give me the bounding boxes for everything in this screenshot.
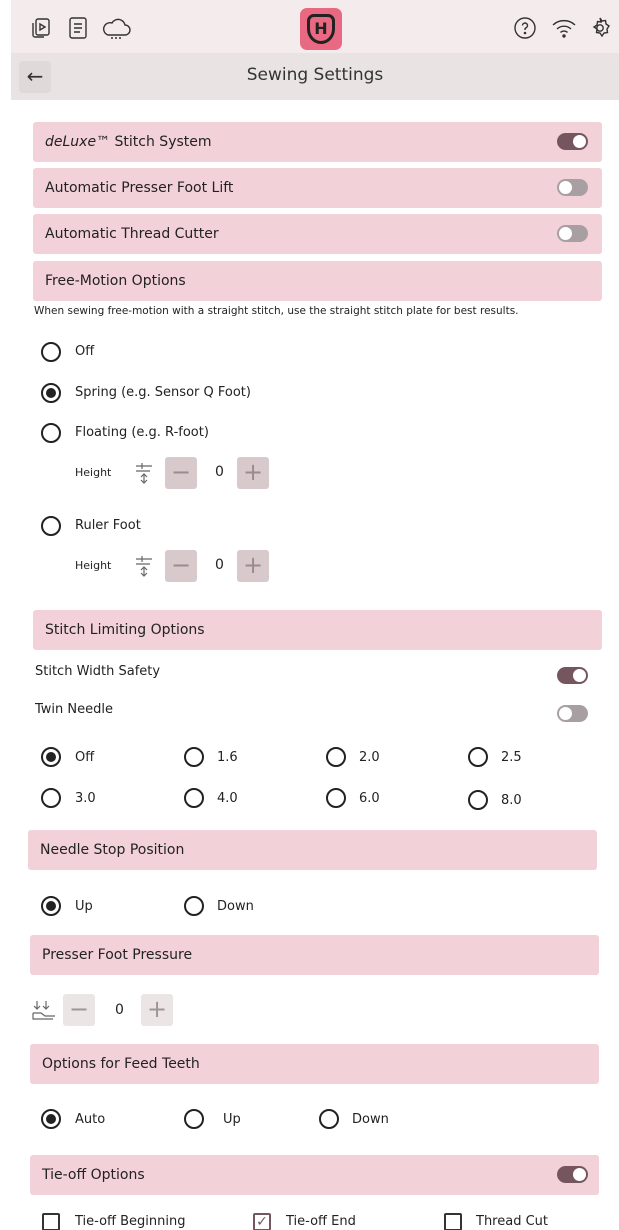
twin-needle-2-0-label: 2.0 [359, 750, 380, 765]
tie-off-end-checkbox[interactable]: ✓ [253, 1213, 271, 1230]
twin-needle-1-6-radio[interactable] [184, 747, 204, 767]
presser-pressure-decrease-button[interactable]: − [63, 994, 95, 1026]
feed-teeth-up-radio[interactable] [184, 1109, 204, 1129]
thread-cutter-label: Automatic Thread Cutter [45, 226, 219, 242]
needle-stop-down-label: Down [217, 899, 254, 914]
top-bar: H [11, 0, 619, 53]
tie-off-title: Tie-off Options [42, 1167, 145, 1183]
ruler-height-decrease-button[interactable]: − [165, 550, 197, 582]
twin-needle-4-0-label: 4.0 [217, 791, 238, 806]
deluxe-label: ™ Stitch System [96, 134, 212, 150]
needle-stop-down-radio[interactable] [184, 896, 204, 916]
quick-guide-icon[interactable] [67, 16, 89, 44]
free-motion-off-radio[interactable] [41, 342, 61, 362]
free-motion-title: Free-Motion Options [45, 273, 186, 289]
needle-stop-up-radio[interactable] [41, 896, 61, 916]
twin-needle-label: Twin Needle [35, 702, 113, 717]
twin-needle-3-0-label: 3.0 [75, 791, 96, 806]
ruler-height-label: Height [75, 559, 112, 572]
settings-icon[interactable] [588, 16, 612, 44]
brand-logo: H [300, 8, 342, 50]
stitch-width-safety-label: Stitch Width Safety [35, 664, 161, 679]
presser-pressure-increase-button[interactable]: + [141, 994, 173, 1026]
auto-presser-foot-lift-toggle[interactable] [557, 179, 588, 196]
tie-off-toggle[interactable] [557, 1166, 588, 1183]
feed-teeth-title: Options for Feed Teeth [42, 1056, 200, 1072]
presser-height-icon [132, 460, 156, 490]
twin-needle-6-0-radio[interactable] [326, 788, 346, 808]
free-motion-spring-label: Spring (e.g. Sensor Q Foot) [75, 385, 251, 400]
free-motion-spring-radio[interactable] [41, 383, 61, 403]
presser-foot-pressure-title: Presser Foot Pressure [42, 947, 193, 963]
free-motion-floating-label: Floating (e.g. R-foot) [75, 425, 209, 440]
deluxe-brand-text: deLuxe [45, 134, 97, 150]
ruler-height-increase-button[interactable]: + [237, 550, 269, 582]
twin-needle-8-0-label: 8.0 [501, 793, 522, 808]
thread-cut-label: Thread Cut [476, 1214, 549, 1229]
floating-height-value: 0 [215, 464, 224, 480]
title-bar: ← Sewing Settings [11, 53, 619, 100]
feed-teeth-down-radio[interactable] [319, 1109, 339, 1129]
twin-needle-toggle[interactable] [557, 705, 588, 722]
stitch-limiting-title: Stitch Limiting Options [45, 622, 205, 638]
twin-needle-8-0-radio[interactable] [468, 790, 488, 810]
free-motion-ruler-label: Ruler Foot [75, 518, 141, 533]
page-title: Sewing Settings [246, 65, 384, 85]
auto-lift-label: Automatic Presser Foot Lift [45, 180, 234, 196]
needle-stop-header: Needle Stop Position [28, 830, 597, 870]
floating-height-decrease-button[interactable]: − [165, 457, 197, 489]
twin-needle-6-0-label: 6.0 [359, 791, 380, 806]
floating-height-label: Height [75, 466, 112, 479]
twin-needle-2-5-label: 2.5 [501, 750, 522, 765]
feed-teeth-down-label: Down [352, 1112, 389, 1127]
thread-cut-checkbox[interactable] [444, 1213, 462, 1230]
cloud-icon[interactable] [101, 16, 131, 44]
free-motion-ruler-radio[interactable] [41, 516, 61, 536]
tie-off-header: Tie-off Options [30, 1155, 599, 1195]
twin-needle-1-6-label: 1.6 [217, 750, 238, 765]
presser-pressure-icon [31, 999, 57, 1029]
feed-teeth-auto-radio[interactable] [41, 1109, 61, 1129]
deluxe-stitch-system-toggle[interactable] [557, 133, 588, 150]
free-motion-note: When sewing free-motion with a straight … [34, 305, 519, 317]
tie-off-beginning-checkbox[interactable] [42, 1213, 60, 1230]
deluxe-stitch-system-row: deLuxe™ Stitch System [33, 122, 602, 162]
tie-off-end-label: Tie-off End [286, 1214, 356, 1229]
help-icon[interactable] [513, 16, 537, 44]
floating-height-increase-button[interactable]: + [237, 457, 269, 489]
twin-needle-2-5-radio[interactable] [468, 747, 488, 767]
twin-needle-4-0-radio[interactable] [184, 788, 204, 808]
free-motion-floating-radio[interactable] [41, 423, 61, 443]
twin-needle-off-label: Off [75, 750, 95, 765]
feed-teeth-up-label: Up [223, 1112, 241, 1127]
feed-teeth-auto-label: Auto [75, 1112, 106, 1127]
auto-presser-foot-lift-row: Automatic Presser Foot Lift [33, 168, 602, 208]
free-motion-off-label: Off [75, 344, 95, 359]
feed-teeth-header: Options for Feed Teeth [30, 1044, 599, 1084]
presser-height-icon [132, 553, 156, 583]
needle-stop-up-label: Up [75, 899, 93, 914]
stitch-creator-icon[interactable] [30, 16, 54, 44]
tie-off-beginning-label: Tie-off Beginning [75, 1214, 186, 1229]
ruler-height-value: 0 [215, 557, 224, 573]
presser-foot-pressure-header: Presser Foot Pressure [30, 935, 599, 975]
twin-needle-2-0-radio[interactable] [326, 747, 346, 767]
twin-needle-off-radio[interactable] [41, 747, 61, 767]
needle-stop-title: Needle Stop Position [40, 842, 185, 858]
auto-thread-cutter-toggle[interactable] [557, 225, 588, 242]
presser-pressure-value: 0 [115, 1002, 124, 1018]
stitch-limiting-header: Stitch Limiting Options [33, 610, 602, 650]
stitch-width-safety-toggle[interactable] [557, 667, 588, 684]
auto-thread-cutter-row: Automatic Thread Cutter [33, 214, 602, 254]
twin-needle-3-0-radio[interactable] [41, 788, 61, 808]
wifi-icon[interactable] [551, 16, 577, 44]
free-motion-header: Free-Motion Options [33, 261, 602, 301]
